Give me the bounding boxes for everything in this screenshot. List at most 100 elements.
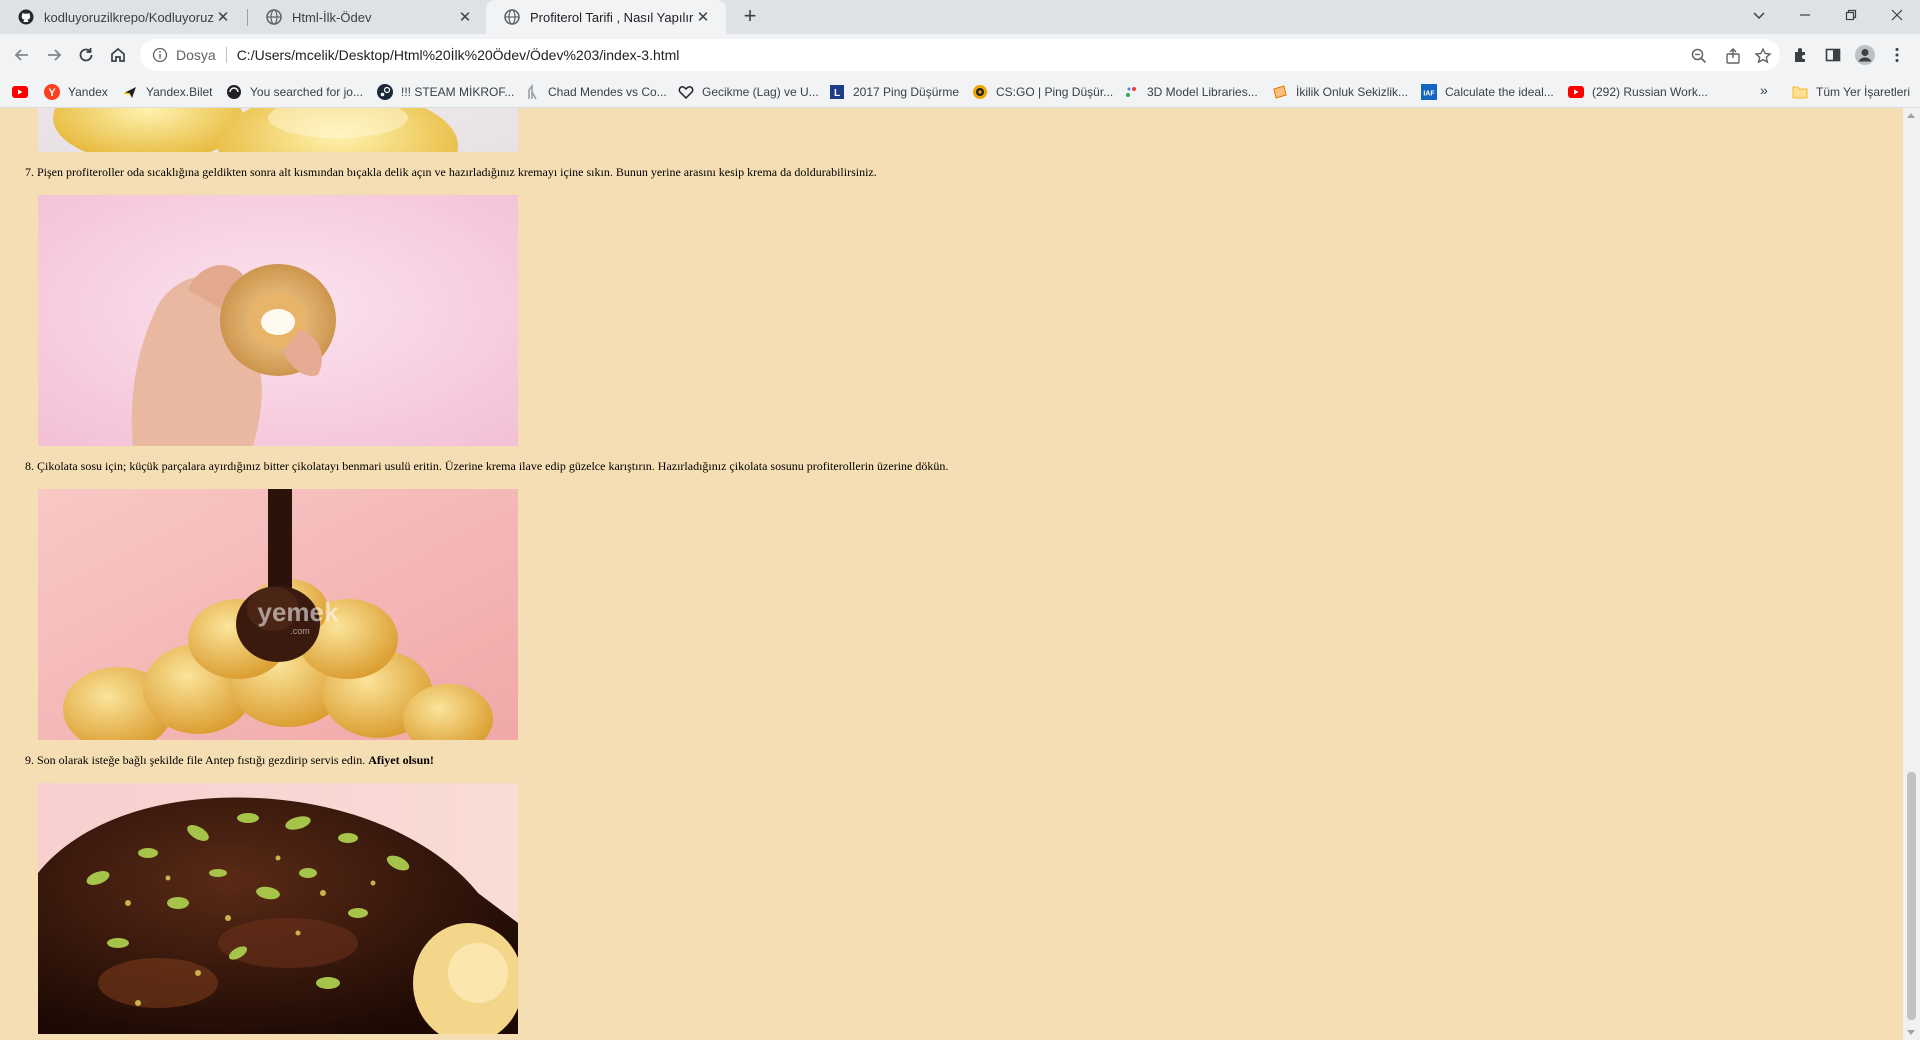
tab-title: kodluyoruzilkrepo/Kodluyoruz · (44, 9, 214, 25)
globe-icon (266, 9, 282, 25)
vertical-scrollbar[interactable] (1903, 108, 1920, 1040)
step-number: 8. (25, 459, 34, 473)
book-icon: L (829, 84, 845, 100)
address-bar[interactable]: Dosya C:/Users/mcelik/Desktop/Html%20İlk… (140, 39, 1780, 71)
bookmark-3d-model[interactable]: 3D Model Libraries... (1123, 83, 1258, 101)
bookmark-you-searched[interactable]: You searched for jo... (226, 83, 363, 101)
bookmark-yandex[interactable]: Y Yandex (44, 83, 108, 101)
arrow-right-icon (48, 49, 62, 61)
bookmark-label: (292) Russian Work... (1592, 85, 1708, 99)
bookmark-label: You searched for jo... (250, 85, 363, 99)
home-icon (111, 47, 125, 62)
bookmark-label: Yandex.Bilet (146, 85, 213, 99)
reload-icon (79, 48, 93, 62)
step-emphasis: Afiyet olsun! (368, 753, 434, 767)
bookmarks-overflow-button[interactable]: » (1760, 82, 1768, 98)
back-button[interactable] (10, 43, 34, 67)
bookmark-chad-mendes[interactable]: Chad Mendes vs Co... (524, 83, 667, 101)
youtube-icon (12, 84, 28, 100)
globe-icon (504, 9, 520, 25)
step-8-text: 8. Çikolata sosu için; küçük parçalara a… (25, 459, 948, 474)
heart-outline-icon (678, 84, 694, 100)
tab-github[interactable]: kodluyoruzilkrepo/Kodluyoruz · ✕ (0, 0, 246, 34)
bookmark-youtube[interactable] (12, 83, 36, 101)
page-viewport: 7. Pişen profiteroller oda sıcaklığına g… (0, 108, 1903, 1040)
youtube-icon (1568, 84, 1584, 100)
minimize-button[interactable] (1782, 0, 1828, 30)
bookmarks-bar: Y Yandex Yandex.Bilet You searched for j… (0, 76, 1920, 108)
step-8-photo: yemek .com (38, 489, 518, 740)
bookmark-yandex-bilet[interactable]: Yandex.Bilet (122, 83, 213, 101)
bookmark-label: Yandex (68, 85, 108, 99)
bookmark-russian-work[interactable]: (292) Russian Work... (1568, 83, 1708, 101)
info-icon[interactable] (152, 47, 168, 63)
tab-title: Profiterol Tarifi , Nasıl Yapılır? (530, 9, 694, 25)
yandex-icon: Y (44, 84, 60, 100)
url-scheme: Dosya (176, 47, 216, 63)
csgo-icon (972, 84, 988, 100)
circle-icon (226, 84, 242, 100)
bookmark-2017-ping[interactable]: L 2017 Ping Düşürme (829, 83, 959, 101)
bookmark-steam[interactable]: !!! STEAM MİKROF... (377, 83, 514, 101)
zoom-icon[interactable] (1690, 47, 1708, 65)
bookmark-label: Chad Mendes vs Co... (548, 85, 667, 99)
bookmark-gecikme[interactable]: Gecikme (Lag) ve U... (678, 83, 819, 101)
profile-button[interactable] (1853, 43, 1877, 67)
bookmark-calculate[interactable]: IAF Calculate the ideal... (1421, 83, 1554, 101)
url-text[interactable]: C:/Users/mcelik/Desktop/Html%20İlk%20Öde… (237, 47, 680, 63)
tab-html-ilk-odev[interactable]: Html-İlk-Ödev ✕ (248, 0, 488, 34)
share-icon[interactable] (1724, 47, 1742, 65)
photo-watermark-sub: .com (290, 626, 310, 636)
step-number: 7. (25, 165, 34, 179)
scrollbar-thumb[interactable] (1907, 772, 1916, 1020)
puzzle-icon (1795, 48, 1805, 62)
home-button[interactable] (106, 43, 130, 67)
close-icon[interactable]: ✕ (214, 8, 232, 26)
model-icon (1123, 84, 1139, 100)
bookmark-label: Tüm Yer İşaretleri (1816, 85, 1911, 99)
close-icon[interactable]: ✕ (694, 8, 712, 26)
photo-watermark: yemek (258, 597, 339, 627)
side-panel-button[interactable] (1821, 43, 1845, 67)
bookmark-all-bookmarks[interactable]: Tüm Yer İşaretleri (1792, 83, 1910, 101)
scroll-down-arrow[interactable] (1907, 1030, 1915, 1035)
plane-icon (122, 84, 138, 100)
menu-button[interactable] (1885, 43, 1909, 67)
step-9-text: 9. Son olarak isteğe bağlı şekilde file … (25, 753, 434, 768)
folder-icon (1792, 84, 1808, 100)
svg-text:IAF: IAF (1423, 91, 1435, 98)
note-icon (1272, 84, 1288, 100)
tab-title: Html-İlk-Ödev (292, 9, 372, 25)
reload-button[interactable] (74, 43, 98, 67)
step-description: Son olarak isteğe bağlı şekilde file Ant… (37, 753, 366, 767)
star-icon[interactable] (1754, 47, 1772, 65)
steam-icon (377, 84, 393, 100)
step-7-text: 7. Pişen profiteroller oda sıcaklığına g… (25, 165, 877, 180)
step-description: Pişen profiteroller oda sıcaklığına geld… (37, 165, 877, 179)
minimize-icon (1800, 14, 1810, 16)
tab-strip: kodluyoruzilkrepo/Kodluyoruz · ✕ Html-İl… (0, 0, 1920, 34)
restore-button[interactable] (1828, 0, 1874, 30)
scroll-up-arrow[interactable] (1907, 113, 1915, 118)
step-number: 9. (25, 753, 34, 767)
url-divider (225, 47, 227, 63)
extensions-button[interactable] (1789, 43, 1813, 67)
bookmark-csgo[interactable]: CS:GO | Ping Düşür... (972, 83, 1113, 101)
svg-text:Y: Y (48, 87, 56, 99)
forward-button[interactable] (42, 43, 66, 67)
bookmark-ikilik[interactable]: İkilik Onluk Sekizlik... (1272, 83, 1408, 101)
tab-profiterol[interactable]: Profiterol Tarifi , Nasıl Yapılır? ✕ (486, 0, 726, 34)
bookmark-label: 3D Model Libraries... (1147, 85, 1258, 99)
step-6-photo (38, 108, 518, 152)
new-tab-button[interactable]: + (738, 5, 762, 29)
bookmark-label: Gecikme (Lag) ve U... (702, 85, 819, 99)
close-window-button[interactable] (1874, 0, 1920, 30)
bookmark-label: Calculate the ideal... (1445, 85, 1554, 99)
close-icon[interactable]: ✕ (456, 8, 474, 26)
iaf-icon: IAF (1421, 84, 1437, 100)
side-panel-icon (1825, 48, 1841, 62)
close-icon (1891, 9, 1903, 21)
step-7-photo (38, 195, 518, 446)
step-description: Çikolata sosu için; küçük parçalara ayır… (37, 459, 949, 473)
tab-search-button[interactable] (1736, 0, 1782, 30)
